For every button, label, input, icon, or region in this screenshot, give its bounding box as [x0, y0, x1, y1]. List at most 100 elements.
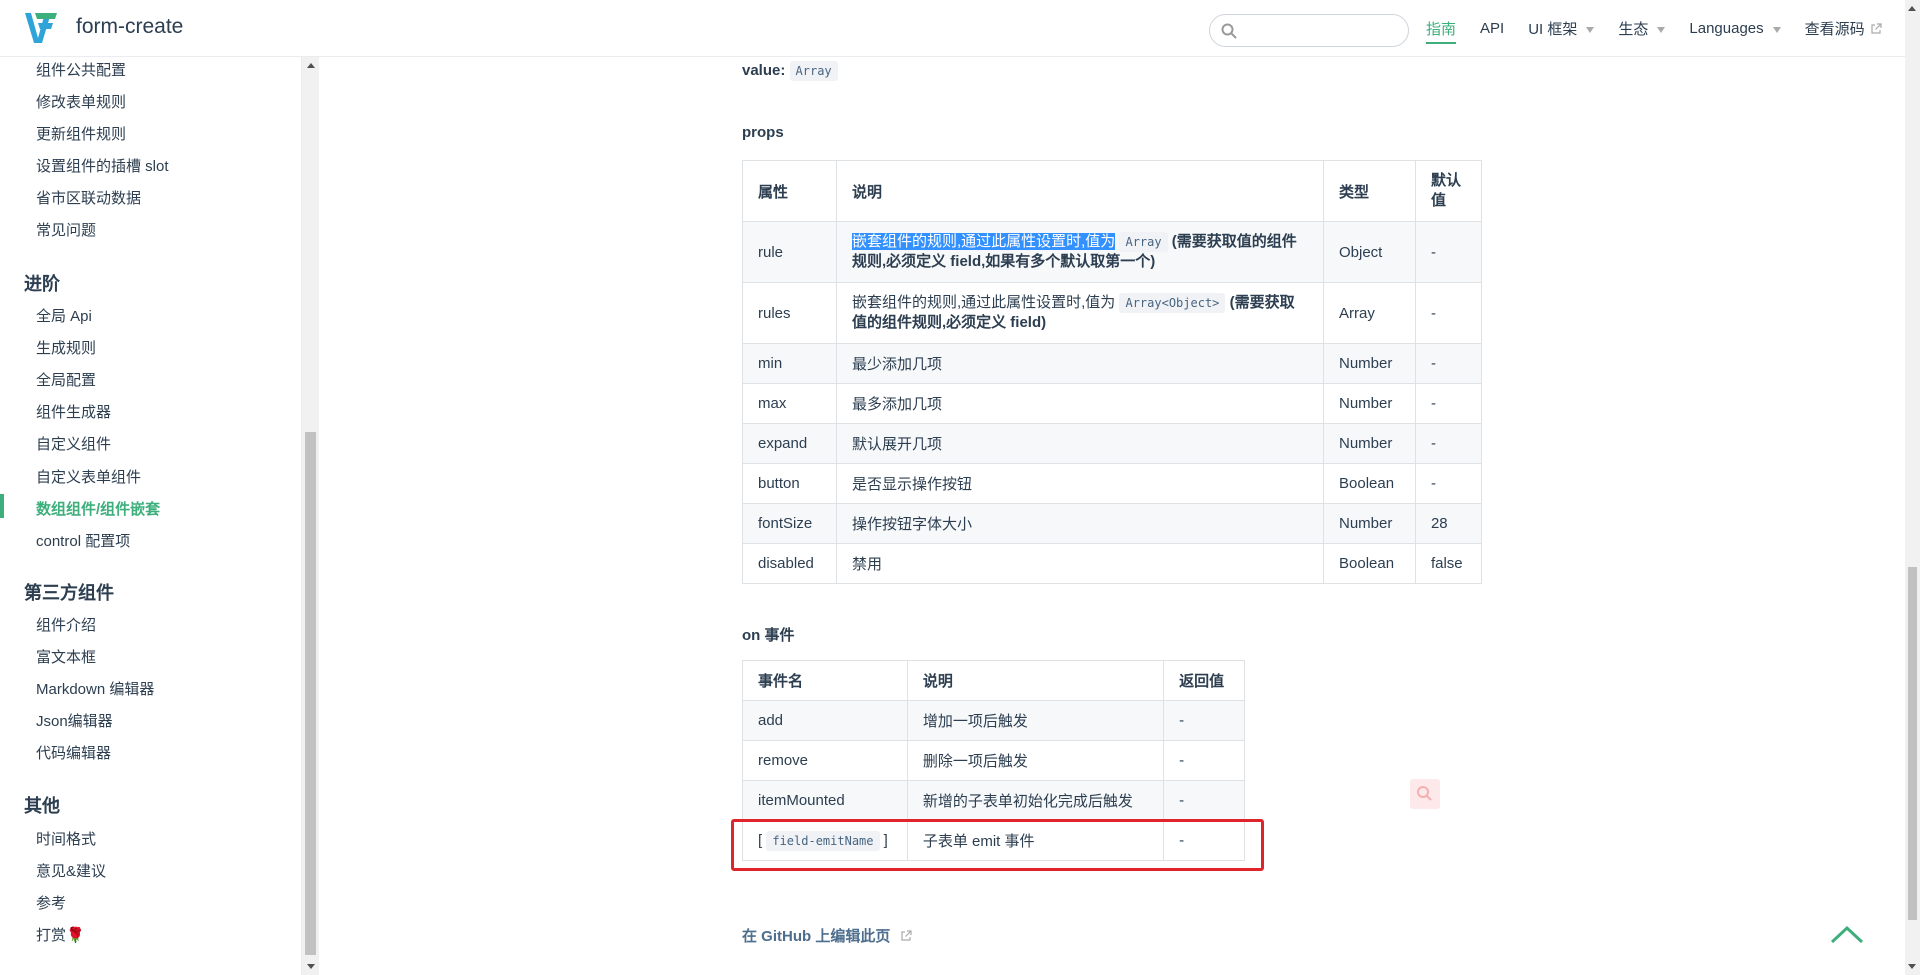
sidebar-item-custom-component[interactable]: 自定义组件	[36, 433, 111, 454]
sidebar-item-array-nested[interactable]: 数组组件/组件嵌套	[36, 498, 160, 519]
nav-guide[interactable]: 指南	[1426, 0, 1457, 57]
prop-desc: 默认展开几项	[835, 423, 1325, 464]
sidebar-item-time-format[interactable]: 时间格式	[36, 828, 96, 849]
prop-type: Boolean	[1323, 463, 1416, 504]
prop-type: Boolean	[1323, 543, 1416, 584]
prop-desc-code: Array	[1119, 232, 1168, 252]
events-header-desc: 说明	[906, 660, 1165, 701]
nav-ui-framework[interactable]: UI 框架	[1528, 0, 1595, 57]
sidebar-item-json-editor[interactable]: Json编辑器	[36, 710, 113, 731]
table-row: fontSize 操作按钮字体大小 Number 28	[742, 503, 1483, 544]
sidebar-scrollbar[interactable]	[302, 57, 319, 975]
sidebar-item-slot[interactable]: 设置组件的插槽 slot	[36, 155, 169, 176]
navbar: form-create 指南 API UI 框架 生态 Languages 查看…	[0, 0, 1905, 57]
value-type-code: Array	[789, 61, 838, 81]
events-header-name: 事件名	[742, 660, 908, 701]
page-scrollbar-thumb[interactable]	[1908, 567, 1917, 920]
sidebar-item-update-component-rules[interactable]: 更新组件规则	[36, 123, 126, 144]
sidebar-item-region-data[interactable]: 省市区联动数据	[36, 187, 141, 208]
event-desc: 删除一项后触发	[906, 740, 1165, 781]
edit-on-github-link[interactable]: 在 GitHub 上编辑此页	[742, 925, 912, 946]
chevron-down-icon	[1657, 26, 1666, 33]
nav-api[interactable]: API	[1480, 0, 1504, 57]
sidebar-item-rich-text[interactable]: 富文本框	[36, 646, 96, 667]
prop-name: expand	[742, 423, 837, 464]
nav-guide-label: 指南	[1426, 21, 1457, 38]
site-name[interactable]: form-create	[76, 15, 183, 39]
prop-default: -	[1414, 423, 1483, 464]
sidebar-item-feedback[interactable]: 意见&建议	[36, 860, 106, 881]
sidebar-item-custom-form-component[interactable]: 自定义表单组件	[36, 466, 141, 487]
nav-source[interactable]: 查看源码	[1805, 0, 1882, 57]
scroll-down-arrow-icon[interactable]	[1908, 964, 1916, 969]
prop-name: max	[742, 383, 837, 424]
event-name: itemMounted	[742, 780, 908, 821]
value-line: value: Array	[742, 61, 838, 81]
chevron-down-icon	[1586, 26, 1595, 33]
search-icon	[1417, 786, 1432, 801]
sidebar-item-code-editor[interactable]: 代码编辑器	[36, 742, 111, 763]
sidebar-group-advanced[interactable]: 进阶	[24, 270, 60, 296]
page-scrollbar[interactable]	[1905, 0, 1920, 975]
table-row: rule 嵌套组件的规则,通过此属性设置时,值为 Array (需要获取值的组件…	[742, 221, 1483, 283]
search-input[interactable]	[1244, 19, 1394, 43]
sidebar-item-component-intro[interactable]: 组件介绍	[36, 614, 96, 635]
sidebar-group-third-party[interactable]: 第三方组件	[24, 579, 114, 605]
scroll-down-arrow-icon[interactable]	[307, 964, 315, 969]
search-icon	[1221, 23, 1237, 39]
table-row: min 最少添加几项 Number -	[742, 343, 1483, 384]
table-row: add 增加一项后触发 -	[742, 700, 1245, 741]
search-box[interactable]	[1209, 14, 1409, 47]
event-desc: 增加一项后触发	[906, 700, 1165, 741]
sidebar-item-markdown-editor[interactable]: Markdown 编辑器	[36, 678, 154, 699]
event-name: add	[742, 700, 908, 741]
events-title: on 事件	[742, 627, 795, 644]
prop-desc: 嵌套组件的规则,通过此属性设置时,值为 Array (需要获取值的组件规则,必须…	[835, 221, 1325, 283]
back-to-top-icon[interactable]	[1829, 922, 1865, 946]
sidebar-item-faq[interactable]: 常见问题	[36, 219, 96, 240]
sidebar-group-other[interactable]: 其他	[24, 792, 60, 818]
nav-active-underline	[1426, 42, 1457, 44]
prop-type: Array	[1323, 282, 1416, 344]
event-name: remove	[742, 740, 908, 781]
table-row: disabled 禁用 Boolean false	[742, 543, 1483, 584]
sidebar-scrollbar-thumb[interactable]	[305, 432, 316, 955]
sidebar-item-generate-rules[interactable]: 生成规则	[36, 337, 96, 358]
props-header-attr: 属性	[742, 160, 837, 222]
prop-name: fontSize	[742, 503, 837, 544]
edit-on-github-label: 在 GitHub 上编辑此页	[742, 928, 891, 945]
sidebar-item-global-config[interactable]: 全局配置	[36, 369, 96, 390]
nav-languages[interactable]: Languages	[1689, 0, 1781, 57]
sidebar-item-reference[interactable]: 参考	[36, 892, 66, 913]
sidebar: 组件公共配置 修改表单规则 更新组件规则 设置组件的插槽 slot 省市区联动数…	[0, 57, 302, 975]
nav-ecosystem[interactable]: 生态	[1618, 0, 1666, 57]
external-link-icon	[1871, 22, 1882, 34]
props-header-type: 类型	[1323, 160, 1416, 222]
prop-name: rules	[742, 282, 837, 344]
sidebar-item-control-config[interactable]: control 配置项	[36, 530, 130, 551]
event-return: -	[1163, 740, 1245, 781]
prop-type: Number	[1323, 423, 1416, 464]
prop-name: min	[742, 343, 837, 384]
sidebar-item-component-generator[interactable]: 组件生成器	[36, 401, 111, 422]
value-label: value:	[742, 62, 786, 79]
scroll-up-arrow-icon[interactable]	[1908, 6, 1916, 11]
props-header-default: 默认值	[1414, 160, 1483, 222]
props-title: props	[742, 124, 784, 141]
props-table: 属性 说明 类型 默认值 rule 嵌套组件的规则,通过此属性设置时,值为 Ar…	[742, 160, 1483, 584]
sidebar-item-modify-form-rules[interactable]: 修改表单规则	[36, 91, 126, 112]
prop-default: false	[1414, 543, 1483, 584]
sidebar-active-indicator	[0, 494, 4, 518]
highlight-box	[731, 819, 1264, 871]
nav-api-label: API	[1480, 20, 1505, 37]
scroll-up-arrow-icon[interactable]	[307, 63, 315, 68]
prop-desc: 是否显示操作按钮	[835, 463, 1325, 504]
sidebar-item-global-api[interactable]: 全局 Api	[36, 305, 92, 326]
prop-name: button	[742, 463, 837, 504]
prop-name: disabled	[742, 543, 837, 584]
sidebar-item-donate[interactable]: 打赏🌹	[36, 924, 85, 945]
sidebar-item-component-common-config[interactable]: 组件公共配置	[36, 59, 126, 80]
logo-icon[interactable]	[24, 12, 58, 44]
table-row: remove 删除一项后触发 -	[742, 740, 1245, 781]
floating-search-button[interactable]	[1410, 779, 1440, 809]
